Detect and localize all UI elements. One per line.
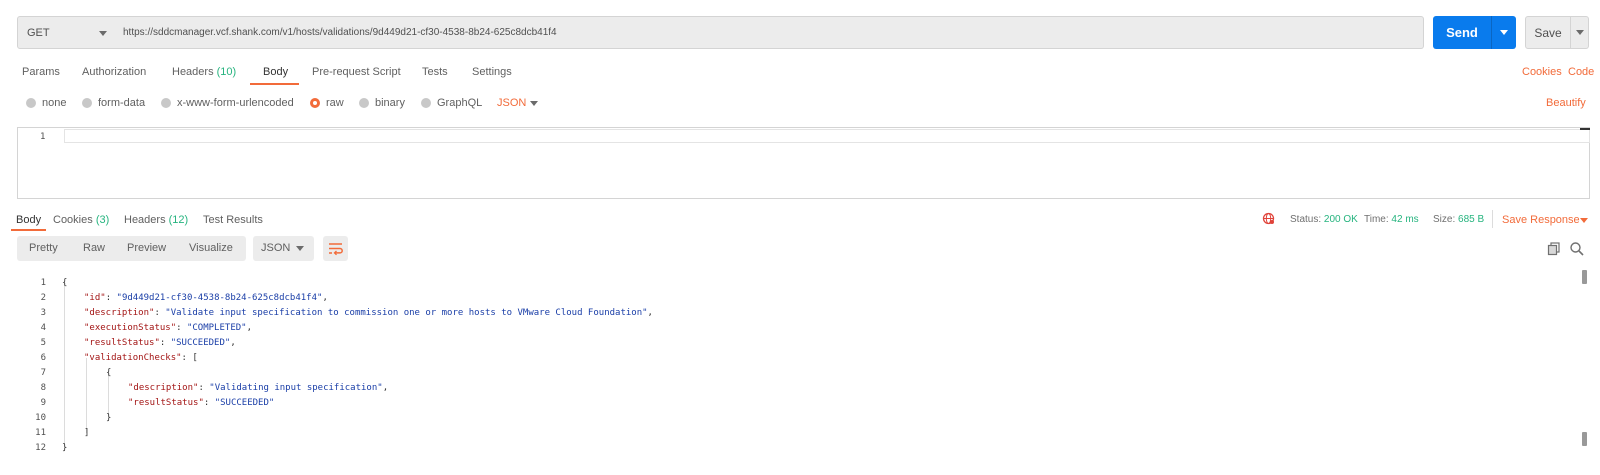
size-readout: Size: 685 B — [1433, 214, 1485, 225]
radio-raw[interactable]: raw — [310, 97, 344, 109]
headers-count: (10) — [216, 66, 237, 78]
cookies-link[interactable]: Cookies — [1522, 66, 1562, 78]
send-label: Send — [1446, 25, 1478, 40]
code-line: 11] — [35, 428, 90, 438]
send-button[interactable]: Send — [1433, 16, 1516, 49]
line-number: 1 — [40, 132, 46, 142]
code-line: 7{ — [40, 368, 112, 378]
radio-icon — [82, 98, 92, 108]
body-format-select[interactable]: JSON — [497, 97, 526, 109]
status-readout: Status: 200 OK — [1290, 214, 1358, 225]
save-label: Save — [1534, 26, 1562, 40]
radio-binary[interactable]: binary — [359, 97, 405, 109]
response-tab-test-results[interactable]: Test Results — [203, 214, 263, 226]
active-response-tab-indicator — [11, 229, 46, 231]
code-line: 2 "id": "9d449d21-cf30-4538-8b24-625c8dcb… — [40, 293, 328, 303]
response-format-select[interactable]: JSON — [253, 236, 314, 261]
radio-form-data[interactable]: form-data — [82, 97, 145, 109]
tab-headers[interactable]: Headers (10) — [172, 66, 236, 78]
code-line: 8 "description": "Validating input specif… — [40, 383, 389, 393]
radio-graphql[interactable]: GraphQL — [421, 97, 482, 109]
tab-tests[interactable]: Tests — [422, 66, 448, 78]
radio-icon — [421, 98, 431, 108]
chevron-down-icon[interactable] — [1580, 218, 1588, 223]
chevron-down-icon — [296, 246, 304, 251]
search-icon[interactable] — [1569, 241, 1585, 257]
code-line: 10} — [35, 413, 112, 423]
mode-raw[interactable]: Raw — [83, 242, 105, 254]
copy-icon[interactable] — [1546, 241, 1562, 257]
code-link[interactable]: Code — [1568, 66, 1594, 78]
chevron-down-icon[interactable] — [530, 101, 538, 106]
response-body-viewer[interactable]: 1{ 2 "id": "9d449d21-cf30-4538-8b24-625c8… — [0, 268, 1600, 468]
tab-body[interactable]: Body — [263, 66, 288, 78]
radio-x-www-form-urlencoded[interactable]: x-www-form-urlencoded — [161, 97, 294, 109]
radio-none[interactable]: none — [26, 97, 66, 109]
radio-icon — [26, 98, 36, 108]
tab-pre-request-script[interactable]: Pre-request Script — [312, 66, 401, 78]
scrollbar-thumb[interactable] — [1582, 432, 1587, 446]
time-readout: Time: 42 ms — [1364, 214, 1419, 225]
code-line: 5 "resultStatus": "SUCCEEDED", — [40, 338, 236, 348]
radio-icon — [359, 98, 369, 108]
request-body-editor[interactable]: 1 — [17, 127, 1590, 199]
mode-visualize[interactable]: Visualize — [189, 242, 233, 254]
method-select[interactable]: GET — [17, 16, 114, 49]
active-line — [64, 129, 1590, 143]
active-tab-indicator — [250, 83, 299, 85]
tab-authorization[interactable]: Authorization — [82, 66, 146, 78]
scrollbar-thumb[interactable] — [1582, 270, 1587, 284]
save-options-chevron-icon[interactable] — [1576, 30, 1584, 35]
code-line: 12} — [35, 443, 68, 453]
wrap-lines-icon — [329, 243, 343, 256]
editor-scroll-marker — [1580, 128, 1590, 130]
beautify-link[interactable]: Beautify — [1546, 97, 1586, 109]
code-line: 9 "resultStatus": "SUCCEEDED" — [40, 398, 275, 408]
code-line: 1{ — [40, 278, 68, 288]
save-response-button[interactable]: Save Response — [1502, 214, 1580, 226]
method-value: GET — [27, 27, 50, 39]
tab-settings[interactable]: Settings — [472, 66, 512, 78]
send-options-chevron-icon[interactable] — [1500, 30, 1508, 35]
globe-icon[interactable] — [1262, 212, 1275, 225]
chevron-down-icon — [99, 31, 107, 36]
save-button[interactable]: Save — [1525, 16, 1589, 49]
response-tab-cookies[interactable]: Cookies (3) — [53, 214, 109, 226]
mode-preview[interactable]: Preview — [127, 242, 166, 254]
code-line: 4 "executionStatus": "COMPLETED", — [40, 323, 252, 333]
url-input[interactable]: https://sddcmanager.vcf.shank.com/v1/hos… — [113, 16, 1424, 49]
url-value: https://sddcmanager.vcf.shank.com/v1/hos… — [123, 27, 557, 38]
radio-selected-icon — [310, 98, 320, 108]
radio-icon — [161, 98, 171, 108]
mode-pretty[interactable]: Pretty — [29, 242, 58, 254]
wrap-lines-button[interactable] — [323, 236, 348, 261]
response-tab-headers[interactable]: Headers (12) — [124, 214, 188, 226]
tab-params[interactable]: Params — [22, 66, 60, 78]
response-view-modes: Pretty Raw Preview Visualize — [17, 236, 246, 261]
response-tab-body[interactable]: Body — [16, 214, 41, 226]
code-line: 6 "validationChecks": [ — [40, 353, 198, 363]
code-line: 3 "description": "Validate input specific… — [40, 308, 653, 318]
